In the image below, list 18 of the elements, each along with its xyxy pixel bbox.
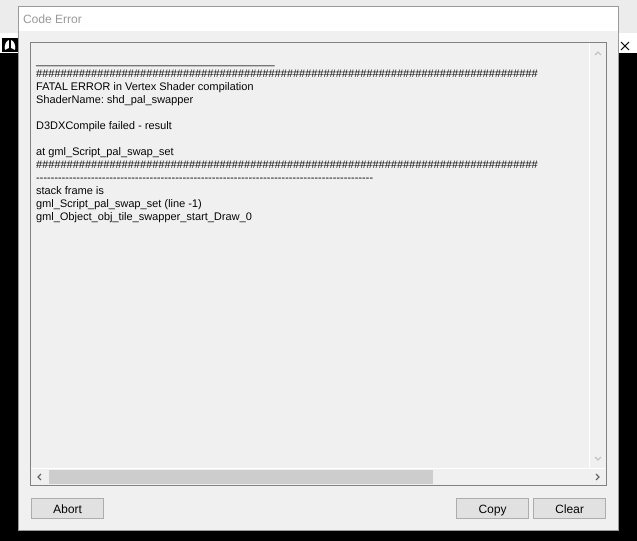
log-line: at gml_Script_pal_swap_set xyxy=(36,146,175,159)
log-line: stack frame is xyxy=(36,185,105,198)
log-line: ShaderName: shd_pal_swapper xyxy=(36,94,194,107)
log-line: gml_Object_obj_tile_swapper_start_Draw_0 xyxy=(36,211,253,224)
dialog-button[interactable]: Clear xyxy=(533,498,606,519)
log-line: ################################################################################## xyxy=(36,68,538,81)
log-line: _______________________________________ xyxy=(36,55,276,68)
log-line: FATAL ERROR in Vertex Shader compilation xyxy=(36,81,254,94)
close-icon[interactable] xyxy=(620,41,630,51)
log-line: D3DXCompile failed - result xyxy=(36,120,173,133)
scrollbar-thumb[interactable] xyxy=(49,470,433,484)
log-line: ################################################################################## xyxy=(36,159,538,172)
dialog-button[interactable]: Abort xyxy=(31,498,104,519)
window-title: Code Error xyxy=(23,11,82,28)
log-line: gml_Script_pal_swap_set (line -1) xyxy=(36,198,203,211)
dialog-button[interactable]: Copy xyxy=(456,498,529,519)
log-line: -------------------------------------------------------------------------------------------- xyxy=(36,172,374,185)
horizontal-scrollbar[interactable] xyxy=(31,468,605,485)
